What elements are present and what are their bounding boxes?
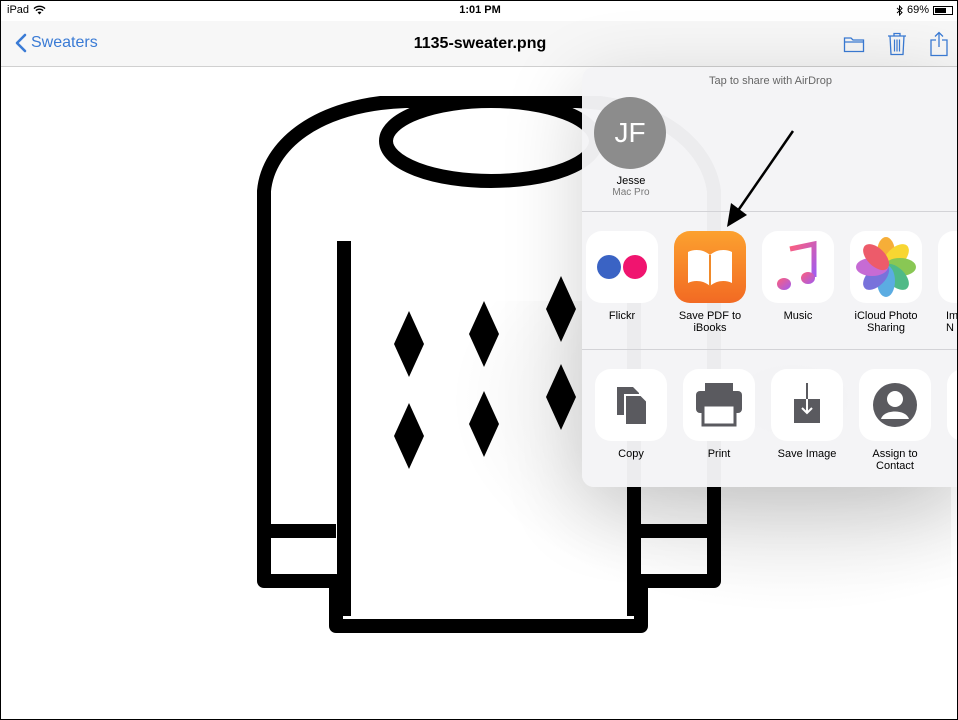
contact-device: Mac Pro [612, 187, 650, 198]
photos-icon [850, 231, 922, 303]
clock: 1:01 PM [459, 4, 501, 16]
partial-app-icon [938, 231, 957, 303]
action-label: Copy [618, 448, 644, 460]
action-label: Save Image [777, 448, 837, 460]
action-label: Assign to Contact [872, 448, 918, 472]
airdrop-contact[interactable]: JF Jesse Mac Pro [594, 97, 668, 198]
action-partial[interactable] [947, 369, 957, 441]
app-label: Save PDF to iBooks [678, 310, 742, 334]
app-label: Flickr [608, 310, 636, 322]
music-icon [762, 231, 834, 303]
page-title: 1135-sweater.png [413, 35, 547, 52]
contact-name: Jesse [616, 175, 646, 187]
print-icon [683, 369, 755, 441]
avatar: JF [594, 97, 666, 169]
bluetooth-icon [896, 4, 903, 16]
battery-percent: 69% [906, 4, 929, 16]
app-label: Im N [946, 310, 958, 334]
app-icloud-photo-sharing[interactable]: iCloud Photo Sharing [850, 231, 922, 334]
battery-icon [933, 5, 953, 15]
action-copy[interactable]: Copy [595, 369, 667, 460]
app-flickr[interactable]: Flickr [586, 231, 658, 322]
share-icon[interactable] [929, 31, 949, 57]
ipad-screen: iPad 1:01 PM 69% Sweaters 1135-sweater.p… [0, 0, 958, 720]
action-save-image[interactable]: Save Image [771, 369, 843, 460]
save-image-icon [771, 369, 843, 441]
action-label: Print [707, 448, 731, 460]
airdrop-hint: Tap to share with AirDrop [709, 75, 832, 87]
navigation-bar: Sweaters 1135-sweater.png [1, 21, 957, 67]
ibooks-icon [674, 231, 746, 303]
partial-action-icon [947, 369, 957, 441]
flickr-icon [586, 231, 658, 303]
annotation-arrow [727, 130, 795, 227]
app-music[interactable]: Music [762, 231, 834, 322]
action-assign-to-contact[interactable]: Assign to Contact [859, 369, 931, 472]
folder-icon[interactable] [843, 35, 865, 53]
app-label: Music [783, 310, 813, 322]
action-print[interactable]: Print [683, 369, 755, 460]
app-partial[interactable]: Im N [938, 231, 958, 334]
divider [582, 349, 957, 350]
copy-icon [595, 369, 667, 441]
trash-icon[interactable] [887, 32, 907, 56]
app-label: iCloud Photo Sharing [854, 310, 918, 334]
contact-icon [859, 369, 931, 441]
app-ibooks[interactable]: Save PDF to iBooks [674, 231, 746, 334]
status-bar: iPad 1:01 PM 69% [1, 1, 957, 21]
